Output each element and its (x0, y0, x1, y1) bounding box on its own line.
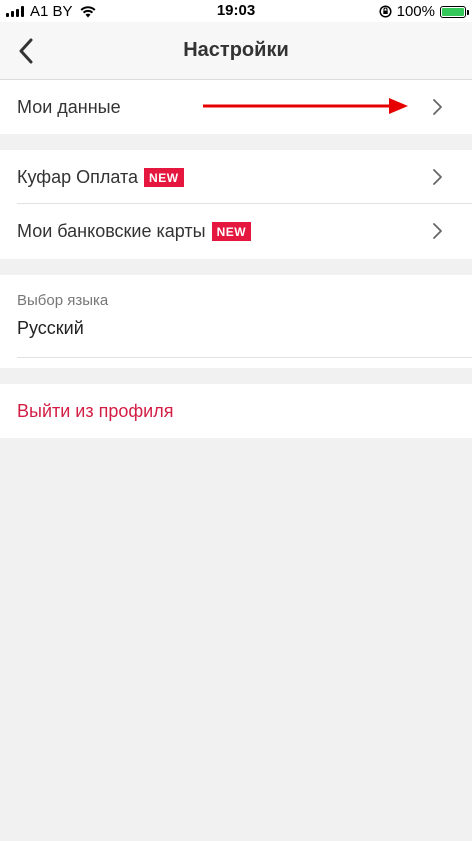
bank-cards-label: Мои банковские карты (17, 220, 206, 241)
section-payments: Куфар Оплата NEW Мои банковские карты NE… (0, 150, 472, 259)
page-title: Настройки (183, 39, 289, 61)
language-value: Русский (17, 318, 84, 338)
logout-label: Выйти из профиля (17, 400, 174, 421)
battery-icon (440, 5, 469, 18)
logout-button[interactable]: Выйти из профиля (0, 384, 472, 438)
navigation-bar: Настройки (0, 22, 472, 80)
chevron-right-icon (433, 99, 442, 115)
kufar-pay-label: Куфар Оплата (17, 166, 139, 187)
settings-screen: A1 BY 19:03 100% Настройки Мои данные Ку… (0, 0, 472, 841)
my-data-label: Мои данные (17, 96, 121, 117)
orientation-lock-icon (379, 5, 392, 18)
language-selector[interactable]: Выбор языка Русский (0, 275, 472, 358)
section-language: Выбор языка Русский (0, 275, 472, 368)
section-logout: Выйти из профиля (0, 384, 472, 438)
chevron-right-icon (433, 223, 442, 239)
new-badge: NEW (144, 167, 184, 187)
kufar-pay-row[interactable]: Куфар Оплата NEW (0, 150, 472, 204)
battery-percent: 100% (396, 3, 435, 20)
bank-cards-row[interactable]: Мои банковские карты NEW (0, 204, 472, 258)
status-right: 100% (379, 3, 469, 20)
annotation-arrow-icon (203, 98, 408, 114)
chevron-right-icon (433, 169, 442, 185)
new-badge: NEW (211, 221, 252, 241)
status-bar: A1 BY 19:03 100% (0, 0, 472, 22)
row-divider (17, 357, 472, 358)
language-caption: Выбор языка (17, 292, 109, 309)
